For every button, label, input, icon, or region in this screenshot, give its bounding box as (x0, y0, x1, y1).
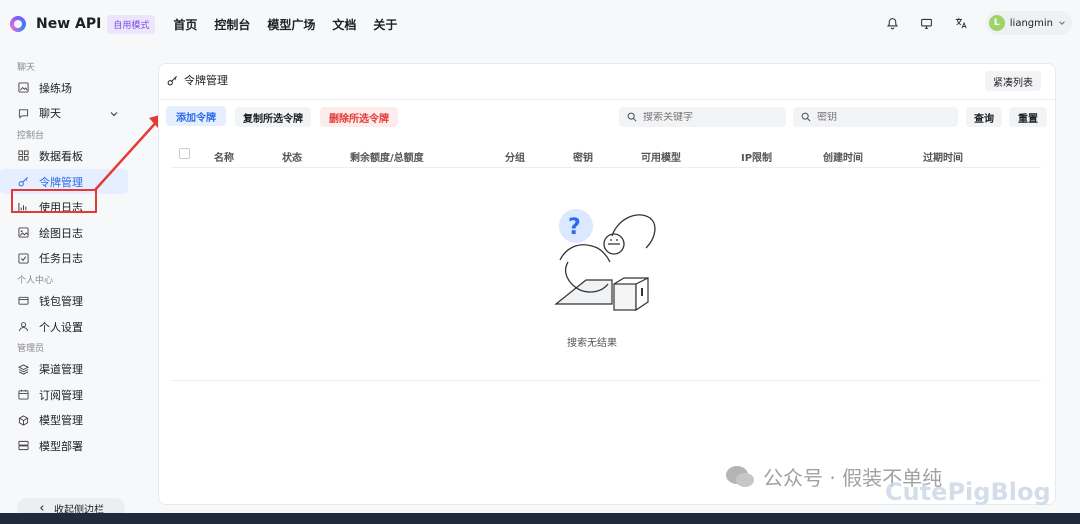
key-search[interactable] (793, 107, 958, 127)
table-header: 名称 状态 剩余额度/总额度 分组 密钥 可用模型 IP限制 创建时间 过期时间 (171, 142, 1041, 168)
reset-button[interactable]: 重置 (1009, 107, 1047, 127)
delete-selected-button[interactable]: 删除所选令牌 (320, 107, 398, 127)
page-title: 令牌管理 (184, 74, 228, 87)
divider (159, 99, 1055, 100)
search-icon (801, 112, 811, 122)
col-quota[interactable]: 剩余额度/总额度 (350, 149, 424, 164)
compact-list-button[interactable]: 紧凑列表 (985, 71, 1041, 91)
search-icon (627, 112, 637, 122)
col-key[interactable]: 密钥 (573, 149, 593, 164)
table-bottom-divider (171, 380, 1041, 381)
copy-selected-button[interactable]: 复制所选令牌 (235, 107, 311, 127)
card-header: 令牌管理 (167, 72, 228, 88)
col-ip-limit[interactable]: IP限制 (741, 149, 772, 164)
query-button[interactable]: 查询 (966, 107, 1002, 127)
svg-text:?: ? (568, 215, 581, 240)
empty-state-text: 搜索无结果 (567, 338, 617, 349)
os-taskbar (0, 513, 1080, 524)
watermark-brand: CutePigBlog (885, 478, 1051, 506)
col-created[interactable]: 创建时间 (823, 149, 863, 164)
keyword-search-input[interactable] (643, 111, 763, 123)
col-status[interactable]: 状态 (282, 149, 302, 164)
key-icon (167, 75, 177, 85)
col-group[interactable]: 分组 (505, 149, 525, 164)
select-all-checkbox[interactable] (179, 148, 190, 159)
empty-state-illustration: ? (554, 209, 656, 312)
col-name[interactable]: 名称 (214, 149, 234, 164)
col-expires[interactable]: 过期时间 (923, 149, 963, 164)
key-search-input[interactable] (817, 111, 937, 123)
keyword-search[interactable] (619, 107, 786, 127)
wechat-icon (726, 465, 754, 487)
add-token-button[interactable]: 添加令牌 (166, 106, 226, 126)
col-models[interactable]: 可用模型 (641, 149, 681, 164)
